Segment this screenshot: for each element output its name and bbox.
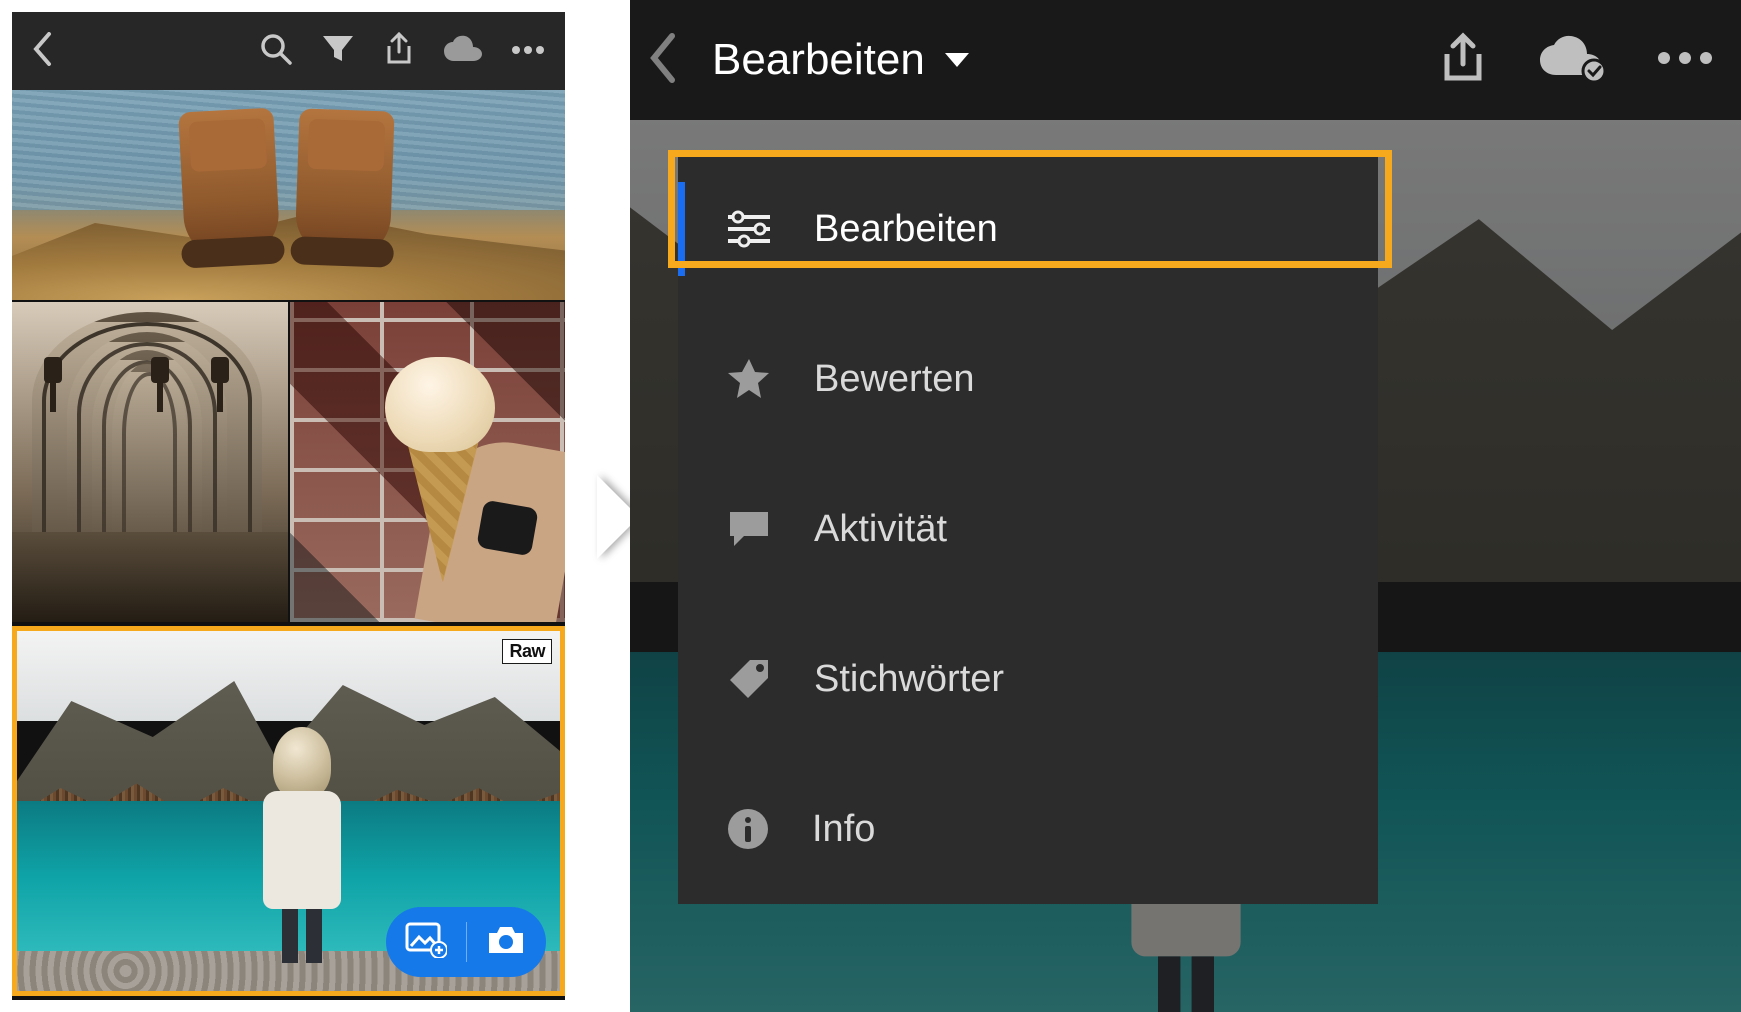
menu-item-label: Stichwörter (814, 658, 1004, 701)
mode-menu: Bearbeiten Bewerten Aktivität Stichwörte… (678, 154, 1378, 904)
cloud-synced-icon[interactable] (1537, 35, 1607, 86)
thumbnail-lake-selected[interactable]: Raw (12, 626, 565, 996)
add-fab (386, 907, 546, 977)
menu-item-label: Bewerten (814, 358, 975, 401)
camera-icon[interactable] (485, 923, 527, 962)
chevron-down-icon (943, 51, 971, 69)
back-icon[interactable] (648, 32, 678, 89)
mode-dropdown-label: Bearbeiten (712, 35, 925, 85)
library-topbar (12, 12, 565, 90)
raw-badge: Raw (502, 639, 552, 664)
sliders-icon (726, 209, 772, 249)
menu-item-edit[interactable]: Bearbeiten (678, 154, 1378, 304)
menu-item-keywords[interactable]: Stichwörter (678, 604, 1378, 754)
more-icon[interactable] (511, 42, 545, 60)
thumbnail-icecream[interactable] (290, 302, 566, 622)
menu-item-label: Info (812, 808, 875, 851)
menu-item-label: Bearbeiten (814, 208, 998, 251)
back-icon[interactable] (32, 32, 52, 71)
detail-topbar: Bearbeiten (630, 0, 1741, 120)
detail-panel: Bearbeiten Bearbeiten (630, 0, 1741, 1012)
library-panel: Raw (12, 12, 565, 1000)
menu-item-rate[interactable]: Bewerten (678, 304, 1378, 454)
image-add-icon[interactable] (405, 922, 447, 963)
thumbnail-arches[interactable] (12, 302, 288, 622)
cloud-icon[interactable] (443, 35, 483, 68)
tag-icon (726, 656, 772, 702)
filter-icon[interactable] (321, 34, 355, 69)
share-icon[interactable] (1439, 32, 1487, 89)
more-icon[interactable] (1657, 51, 1713, 70)
mode-dropdown[interactable]: Bearbeiten (684, 35, 971, 85)
star-icon (726, 357, 772, 401)
menu-item-activity[interactable]: Aktivität (678, 454, 1378, 604)
comment-icon (726, 508, 772, 550)
share-icon[interactable] (383, 32, 415, 71)
thumbnail-boots[interactable] (12, 90, 565, 300)
menu-item-label: Aktivität (814, 508, 947, 551)
menu-item-info[interactable]: Info (678, 754, 1378, 904)
search-icon[interactable] (259, 32, 293, 71)
thumbnail-grid: Raw (12, 90, 565, 1000)
info-icon (726, 807, 770, 851)
